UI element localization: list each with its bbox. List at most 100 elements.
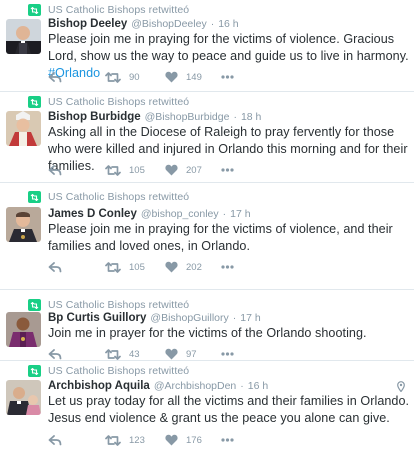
reply-button[interactable] bbox=[48, 70, 62, 84]
retweet-icon bbox=[105, 261, 121, 273]
more-dots-icon bbox=[221, 75, 234, 79]
tweet-body-text: Join me in prayer for the victims of the… bbox=[48, 326, 367, 340]
author-handle[interactable]: @BishopDeeley bbox=[131, 18, 206, 30]
more-dots-icon bbox=[221, 168, 234, 172]
tweet[interactable]: US Catholic Bishops retwitteó Bishop Bur… bbox=[0, 92, 414, 183]
reply-button[interactable] bbox=[48, 163, 62, 177]
retweet-icon bbox=[105, 164, 121, 176]
avatar[interactable] bbox=[6, 312, 41, 347]
tweet-header: Bishop Deeley @BishopDeeley · 16 h bbox=[48, 18, 239, 30]
retweet-icon bbox=[28, 4, 41, 16]
reply-icon bbox=[48, 261, 62, 272]
retweet-button[interactable]: 90 bbox=[105, 70, 140, 84]
heart-icon bbox=[165, 164, 178, 176]
reply-icon bbox=[48, 434, 62, 445]
retweet-context-label: US Catholic Bishops retwitteó bbox=[48, 96, 190, 108]
retweet-icon bbox=[105, 71, 121, 83]
retweet-count: 123 bbox=[129, 434, 145, 446]
tweet-actions: 123 176 bbox=[48, 433, 248, 447]
tweet-timestamp[interactable]: 16 h bbox=[248, 380, 268, 392]
tweet-header: Bp Curtis Guillory @BishopGuillory · 17 … bbox=[48, 312, 261, 324]
heart-icon bbox=[165, 71, 178, 83]
reply-icon bbox=[48, 348, 62, 359]
like-count: 207 bbox=[186, 164, 202, 176]
like-count: 176 bbox=[186, 434, 202, 446]
separator-dot: · bbox=[240, 380, 244, 392]
retweet-count: 105 bbox=[129, 164, 145, 176]
reply-icon bbox=[48, 164, 62, 175]
tweet[interactable]: US Catholic Bishops retwitteó Archbishop… bbox=[0, 361, 414, 451]
retweet-context-label: US Catholic Bishops retwitteó bbox=[48, 191, 190, 203]
like-button[interactable]: 207 bbox=[165, 163, 202, 177]
avatar[interactable] bbox=[6, 380, 41, 415]
separator-dot: · bbox=[210, 18, 215, 30]
retweet-context: US Catholic Bishops retwitteó bbox=[28, 298, 189, 312]
retweet-context: US Catholic Bishops retwitteó bbox=[28, 190, 189, 204]
retweet-button[interactable]: 105 bbox=[105, 163, 145, 177]
tweet-header: Bishop Burbidge @BishopBurbidge · 18 h bbox=[48, 111, 261, 123]
retweet-button[interactable]: 123 bbox=[105, 433, 145, 447]
like-button[interactable]: 202 bbox=[165, 260, 202, 274]
tweet[interactable]: US Catholic Bishops retwitteó Bp Curtis … bbox=[0, 290, 414, 361]
retweet-context-label: US Catholic Bishops retwitteó bbox=[48, 4, 190, 16]
reply-button[interactable] bbox=[48, 260, 62, 274]
tweet-text: Let us pray today for all the victims an… bbox=[48, 393, 410, 427]
retweet-icon bbox=[28, 299, 41, 311]
timeline: US Catholic Bishops retwitteó Bishop Dee… bbox=[0, 0, 414, 451]
tweet-text: Join me in prayer for the victims of the… bbox=[48, 325, 410, 342]
author-handle[interactable]: @bishop_conley bbox=[141, 208, 219, 220]
reply-icon bbox=[48, 71, 62, 82]
more-button[interactable] bbox=[221, 433, 234, 447]
more-button[interactable] bbox=[221, 70, 234, 84]
retweet-icon bbox=[105, 434, 121, 446]
tweet-header: James D Conley @bishop_conley · 17 h bbox=[48, 208, 251, 220]
like-button[interactable]: 149 bbox=[165, 70, 202, 84]
tweet-timestamp[interactable]: 17 h bbox=[230, 208, 250, 220]
avatar[interactable] bbox=[6, 19, 41, 54]
retweet-context-label: US Catholic Bishops retwitteó bbox=[48, 299, 190, 311]
separator-dot: · bbox=[222, 208, 227, 220]
tweet-actions: 43 97 bbox=[48, 347, 248, 361]
tweet-header: Archbishop Aquila @ArchbishopDen · 16 h bbox=[48, 380, 268, 392]
reply-button[interactable] bbox=[48, 433, 62, 447]
more-button[interactable] bbox=[221, 260, 234, 274]
tweet-text: Please join me in praying for the victim… bbox=[48, 221, 410, 255]
like-button[interactable]: 97 bbox=[165, 347, 197, 361]
more-dots-icon bbox=[221, 438, 234, 442]
separator-dot: · bbox=[232, 312, 237, 324]
tweet-timestamp[interactable]: 16 h bbox=[218, 18, 238, 30]
like-count: 149 bbox=[186, 71, 202, 83]
retweet-button[interactable]: 43 bbox=[105, 347, 140, 361]
like-button[interactable]: 176 bbox=[165, 433, 202, 447]
heart-icon bbox=[165, 348, 178, 360]
more-dots-icon bbox=[221, 352, 234, 356]
author-handle[interactable]: @ArchbishopDen bbox=[154, 380, 236, 392]
author-name[interactable]: Archbishop Aquila bbox=[48, 380, 150, 392]
more-button[interactable] bbox=[221, 347, 234, 361]
author-name[interactable]: Bp Curtis Guillory bbox=[48, 312, 146, 324]
separator-dot: · bbox=[233, 111, 237, 123]
tweet[interactable]: US Catholic Bishops retwitteó James D Co… bbox=[0, 183, 414, 290]
author-handle[interactable]: @BishopGuillory bbox=[150, 312, 228, 324]
retweet-icon bbox=[28, 365, 41, 377]
like-count: 97 bbox=[186, 348, 197, 360]
retweet-context-label: US Catholic Bishops retwitteó bbox=[48, 365, 190, 377]
tweet[interactable]: US Catholic Bishops retwitteó Bishop Dee… bbox=[0, 0, 414, 92]
tweet-timestamp[interactable]: 18 h bbox=[241, 111, 261, 123]
author-name[interactable]: Bishop Burbidge bbox=[48, 111, 141, 123]
avatar[interactable] bbox=[6, 207, 41, 242]
like-count: 202 bbox=[186, 261, 202, 273]
heart-icon bbox=[165, 434, 178, 446]
avatar[interactable] bbox=[6, 111, 41, 146]
author-name[interactable]: James D Conley bbox=[48, 208, 137, 220]
author-name[interactable]: Bishop Deeley bbox=[48, 18, 127, 30]
author-handle[interactable]: @BishopBurbidge bbox=[145, 111, 230, 123]
retweet-icon bbox=[105, 348, 121, 360]
retweet-context: US Catholic Bishops retwitteó bbox=[28, 3, 189, 17]
reply-button[interactable] bbox=[48, 347, 62, 361]
retweet-button[interactable]: 105 bbox=[105, 260, 145, 274]
tweet-body-text: Please join me in praying for the victim… bbox=[48, 32, 409, 63]
retweet-count: 90 bbox=[129, 71, 140, 83]
more-button[interactable] bbox=[221, 163, 234, 177]
tweet-timestamp[interactable]: 17 h bbox=[240, 312, 260, 324]
